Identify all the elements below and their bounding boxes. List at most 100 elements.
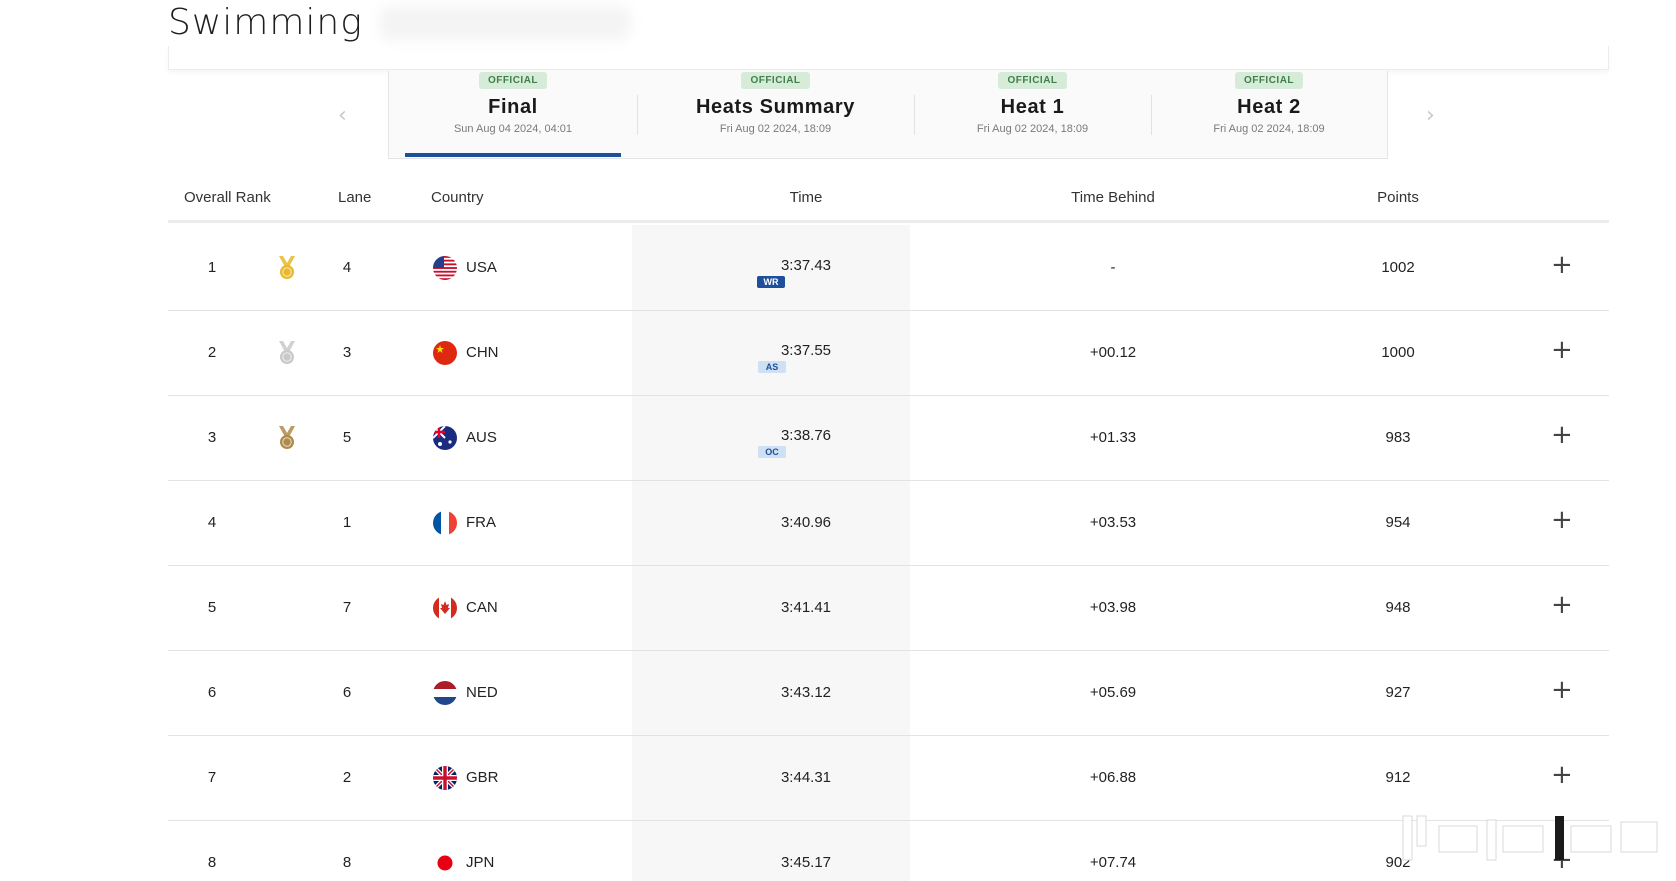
rank-cell: 1	[207, 259, 217, 276]
tab-heat-1[interactable]: OFFICIAL Heat 1 Fri Aug 02 2024, 18:09	[914, 71, 1151, 158]
chn-flag-icon	[433, 341, 457, 365]
ned-flag-icon	[433, 681, 457, 705]
plus-icon[interactable]: +	[1551, 252, 1573, 278]
country-cell: FRA	[466, 514, 496, 531]
time-cell: 3:43.12	[780, 684, 832, 701]
plus-icon[interactable]: +	[1551, 592, 1573, 618]
header-lane: Lane	[338, 189, 372, 206]
time-cell: 3:45.17	[780, 854, 832, 871]
watermark-logo	[1402, 815, 1658, 861]
country-cell: NED	[466, 684, 498, 701]
lane-cell: 3	[342, 344, 352, 361]
lane-cell: 7	[342, 599, 352, 616]
points-cell: 948	[1385, 599, 1411, 616]
time-behind-cell: +03.98	[1089, 599, 1137, 616]
header-time-behind: Time Behind	[1071, 189, 1155, 206]
plus-icon[interactable]: +	[1551, 507, 1573, 533]
page-title: Swimming	[168, 2, 363, 43]
plus-icon[interactable]: +	[1551, 422, 1573, 448]
tab-date: Fri Aug 02 2024, 18:09	[719, 123, 832, 135]
record-badge: AS	[758, 361, 786, 373]
points-cell: 954	[1385, 514, 1411, 531]
official-badge: OFFICIAL	[1234, 72, 1304, 89]
time-behind-cell: +00.12	[1089, 344, 1137, 361]
tab-heat-2[interactable]: OFFICIAL Heat 2 Fri Aug 02 2024, 18:09	[1151, 71, 1387, 158]
country-cell: USA	[466, 259, 497, 276]
rank-cell: 3	[207, 429, 217, 446]
tab-date: Fri Aug 02 2024, 18:09	[976, 123, 1089, 135]
active-tab-indicator	[405, 153, 621, 157]
usa-flag-icon	[433, 256, 457, 280]
time-cell: 3:37.43	[780, 257, 832, 274]
country-cell: CAN	[466, 599, 498, 616]
time-cell: 3:40.96	[780, 514, 832, 531]
time-behind-cell: +03.53	[1089, 514, 1137, 531]
plus-icon[interactable]: +	[1551, 677, 1573, 703]
silver-medal-icon	[275, 340, 299, 366]
table-row[interactable]: 4 1 FRA 3:40.96 +03.53 954 +	[168, 481, 1609, 566]
points-cell: 983	[1385, 429, 1411, 446]
header-card	[168, 46, 1609, 70]
lane-cell: 8	[342, 854, 352, 871]
header-points: Points	[1377, 189, 1419, 206]
time-behind-cell: +01.33	[1089, 429, 1137, 446]
table-row[interactable]: 6 6 NED 3:43.12 +05.69 927 +	[168, 651, 1609, 736]
results-table-header: Overall Rank Lane Country Time Time Behi…	[168, 175, 1609, 223]
tab-label: Heats Summary	[696, 96, 855, 118]
time-cell: 3:37.55	[780, 342, 832, 359]
heat-tabs: OFFICIAL Final Sun Aug 04 2024, 04:01 OF…	[388, 71, 1388, 159]
table-row[interactable]: 5 7 CAN 3:41.41 +03.98 948 +	[168, 566, 1609, 651]
fra-flag-icon	[433, 511, 457, 535]
table-row[interactable]: 2 3 CHN 3:37.55 AS +00.12 1000 +	[168, 311, 1609, 396]
table-row[interactable]: 3 5 AUS 3:38.76 OC +01.33 983 +	[168, 396, 1609, 481]
can-flag-icon	[433, 596, 457, 620]
rank-cell: 4	[207, 514, 217, 531]
jpn-flag-icon	[433, 851, 457, 875]
tab-date: Sun Aug 04 2024, 04:01	[453, 123, 573, 135]
time-behind-cell: -	[1110, 259, 1116, 276]
points-cell: 1000	[1381, 344, 1415, 361]
points-cell: 927	[1385, 684, 1411, 701]
blurred-region	[380, 6, 630, 40]
rank-cell: 5	[207, 599, 217, 616]
results-table-body: 1 4 USA 3:37.43 WR - 1002 +2 3 CHN 3:37.55 AS +00.12…	[168, 226, 1609, 881]
lane-cell: 5	[342, 429, 352, 446]
table-row[interactable]: 88JPN3:45.17+07.74902+	[168, 821, 1609, 881]
header-time: Time	[789, 189, 823, 206]
points-cell: 912	[1385, 769, 1411, 786]
time-behind-cell: +07.74	[1089, 854, 1137, 871]
time-cell: 3:44.31	[780, 769, 832, 786]
header-country: Country	[431, 189, 484, 206]
tab-date: Fri Aug 02 2024, 18:09	[1213, 123, 1325, 135]
time-behind-cell: +05.69	[1089, 684, 1137, 701]
plus-icon[interactable]: +	[1551, 762, 1573, 788]
chevron-left-icon[interactable]: ‹	[338, 103, 347, 128]
time-cell: 3:41.41	[780, 599, 832, 616]
gold-medal-icon	[275, 255, 299, 281]
table-row[interactable]: 1 4 USA 3:37.43 WR - 1002 +	[168, 226, 1609, 311]
gbr-flag-icon	[433, 766, 457, 790]
time-behind-cell: +06.88	[1089, 769, 1137, 786]
official-badge: OFFICIAL	[741, 72, 810, 89]
rank-cell: 8	[207, 854, 217, 871]
table-row[interactable]: 7 2 GBR 3:44.31 +06.88 912 +	[168, 736, 1609, 821]
rank-cell: 2	[207, 344, 217, 361]
header-overall-rank: Overall Rank	[184, 189, 271, 206]
rank-cell: 7	[207, 769, 217, 786]
country-cell: AUS	[466, 429, 497, 446]
record-badge: OC	[758, 446, 786, 458]
country-cell: GBR	[466, 769, 499, 786]
tab-final[interactable]: OFFICIAL Final Sun Aug 04 2024, 04:01	[389, 71, 637, 158]
tab-label: Final	[488, 96, 538, 118]
rank-cell: 6	[207, 684, 217, 701]
plus-icon[interactable]: +	[1551, 337, 1573, 363]
points-cell: 1002	[1381, 259, 1415, 276]
tab-label: Heat 1	[1000, 96, 1065, 118]
tab-heats-summary[interactable]: OFFICIAL Heats Summary Fri Aug 02 2024, …	[637, 71, 914, 158]
official-badge: OFFICIAL	[998, 72, 1067, 89]
time-cell: 3:38.76	[780, 427, 832, 444]
country-cell: JPN	[466, 854, 495, 871]
chevron-right-icon[interactable]: ›	[1426, 103, 1435, 128]
record-badge: WR	[757, 276, 785, 288]
lane-cell: 4	[342, 259, 352, 276]
